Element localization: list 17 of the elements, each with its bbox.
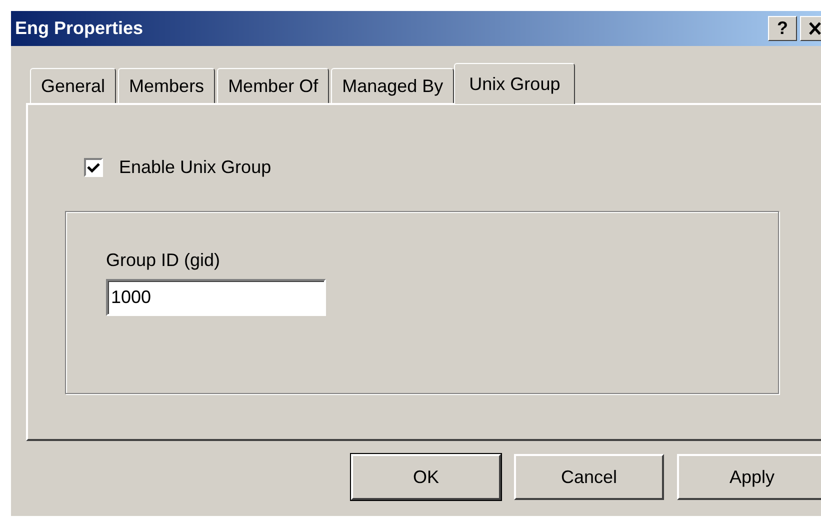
dialog-button[interactable]: Cancel [514,454,664,500]
dialog-button[interactable]: Apply [677,454,821,500]
group-id-field[interactable]: 1000 [106,279,326,316]
dialog-button[interactable]: OK [351,454,501,500]
tab[interactable]: General [30,68,116,103]
checkbox-label: Enable Unix Group [119,157,272,178]
tab[interactable]: Member Of [217,68,330,103]
close-button[interactable] [800,16,821,41]
close-icon [808,22,821,35]
tab[interactable]: Managed By [331,68,454,103]
help-button[interactable]: ? [768,16,797,41]
check-icon [87,162,100,174]
field-label: Group ID (gid) [106,250,220,270]
tab[interactable]: Unix Group [454,63,576,104]
checkbox[interactable] [84,158,103,177]
window-title: Eng Properties [15,18,144,39]
tab[interactable]: Members [118,68,216,103]
